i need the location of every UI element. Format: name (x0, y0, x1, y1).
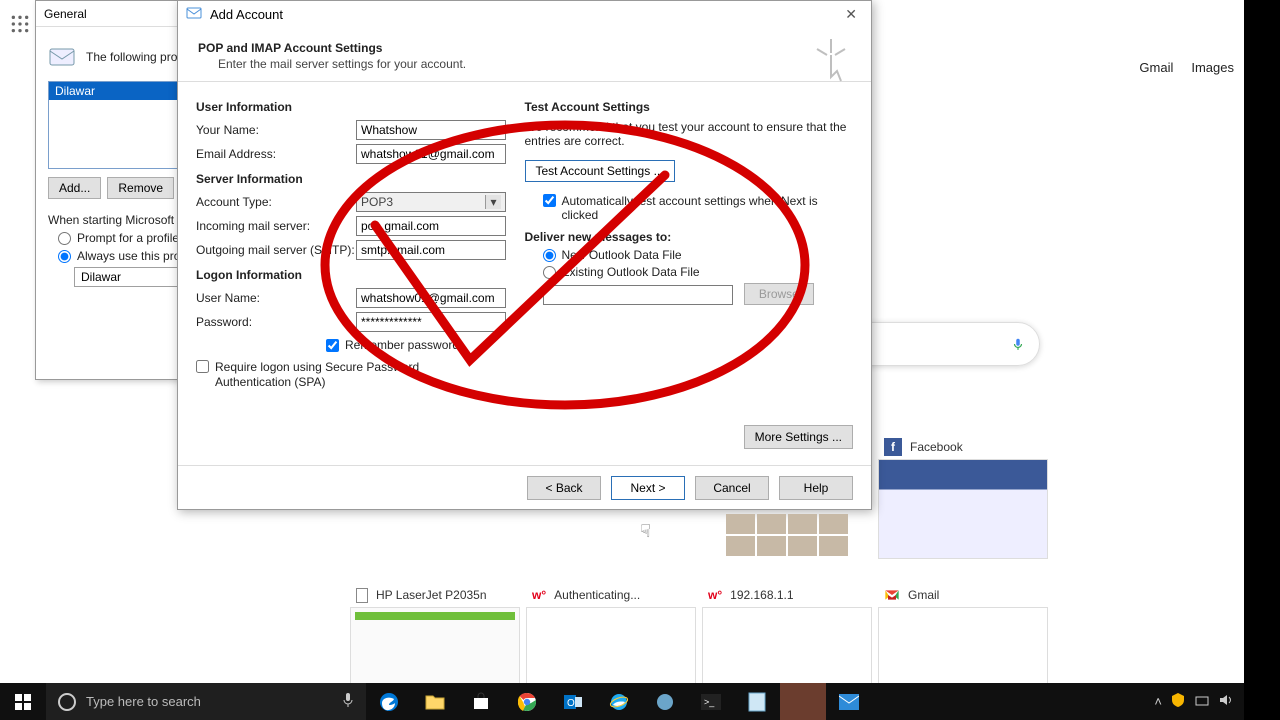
tile-label: 192.168.1.1 (730, 588, 793, 602)
tray-volume-icon[interactable] (1218, 693, 1234, 710)
dialog-title: Add Account (210, 7, 283, 22)
outlook-icon[interactable]: O (550, 683, 596, 720)
password-input[interactable] (356, 312, 506, 332)
user-info-heading: User Information (196, 100, 525, 114)
store-icon[interactable] (458, 683, 504, 720)
mouse-cursor-icon: ☟ (640, 521, 658, 543)
username-label: User Name: (196, 291, 356, 305)
mail-icon (48, 41, 80, 73)
mail-control-icon[interactable] (826, 683, 872, 720)
document-icon (356, 588, 368, 603)
logon-info-heading: Logon Information (196, 268, 525, 282)
existing-data-file-radio[interactable]: Existing Outlook Data File (543, 265, 854, 279)
incoming-server-label: Incoming mail server: (196, 219, 356, 233)
tile-label: HP LaserJet P2035n (376, 588, 487, 602)
images-link[interactable]: Images (1191, 60, 1234, 75)
browse-button: Browse (744, 283, 814, 305)
wizard-cursor-icon (811, 37, 851, 82)
new-data-file-radio[interactable]: New Outlook Data File (543, 248, 854, 262)
existing-file-path-input[interactable] (543, 285, 733, 305)
back-button[interactable]: < Back (527, 476, 601, 500)
next-button[interactable]: Next > (611, 476, 685, 500)
tile-facebook[interactable]: f Facebook (878, 435, 1048, 559)
your-name-label: Your Name: (196, 123, 356, 137)
gmail-link[interactable]: Gmail (1139, 60, 1173, 75)
remember-password-checkbox[interactable]: Remember password (326, 338, 525, 352)
dialog-title: General (44, 7, 87, 21)
remove-profile-button[interactable]: Remove (107, 177, 174, 199)
file-explorer-icon[interactable] (412, 683, 458, 720)
app2-icon[interactable] (780, 683, 826, 720)
incoming-server-input[interactable] (356, 216, 506, 236)
your-name-input[interactable] (356, 120, 506, 140)
system-tray[interactable]: ˄ (1144, 692, 1244, 711)
deliver-heading: Deliver new messages to: (525, 230, 854, 244)
dialog-titlebar[interactable]: Add Account ✕ (178, 1, 871, 27)
microphone-icon[interactable] (342, 692, 354, 711)
tile-label: Gmail (908, 588, 939, 602)
tile-label: Facebook (910, 440, 963, 454)
microphone-icon[interactable] (1011, 334, 1025, 354)
test-account-settings-button[interactable]: Test Account Settings ... (525, 160, 675, 182)
settings-subtitle: Enter the mail server settings for your … (218, 57, 851, 71)
username-input[interactable] (356, 288, 506, 308)
edge-icon[interactable] (366, 683, 412, 720)
email-label: Email Address: (196, 147, 356, 161)
dialog-subheader: POP and IMAP Account Settings Enter the … (178, 27, 871, 82)
w-icon: w° (532, 588, 546, 602)
add-account-dialog: Add Account ✕ POP and IMAP Account Setti… (177, 0, 872, 510)
taskbar-search[interactable]: Type here to search (46, 683, 366, 720)
svg-text:>_: >_ (704, 697, 715, 707)
dialog-button-row: < Back Next > Cancel Help (178, 465, 871, 509)
tile-thumbnail (878, 459, 1048, 559)
app-icon[interactable] (642, 683, 688, 720)
mail-account-icon (186, 5, 202, 24)
more-settings-button[interactable]: More Settings ... (744, 425, 853, 449)
svg-text:O: O (567, 698, 575, 709)
apps-grid-icon[interactable] (10, 14, 30, 34)
notepad-icon[interactable] (734, 683, 780, 720)
test-settings-text: We recommend that you test your account … (525, 120, 854, 148)
start-button[interactable] (0, 683, 46, 720)
facebook-icon: f (884, 438, 902, 456)
settings-heading: POP and IMAP Account Settings (198, 41, 851, 55)
account-type-label: Account Type: (196, 195, 356, 209)
cancel-button[interactable]: Cancel (695, 476, 769, 500)
search-placeholder: Type here to search (86, 694, 201, 709)
ie-icon[interactable] (596, 683, 642, 720)
chrome-icon[interactable] (504, 683, 550, 720)
close-icon[interactable]: ✕ (839, 6, 863, 23)
chevron-down-icon: ▾ (485, 195, 501, 209)
add-profile-button[interactable]: Add... (48, 177, 101, 199)
tile-label: Authenticating... (554, 588, 640, 602)
server-info-heading: Server Information (196, 172, 525, 186)
terminal-icon[interactable]: >_ (688, 683, 734, 720)
tray-security-icon[interactable] (1170, 692, 1186, 711)
outgoing-server-label: Outgoing mail server (SMTP): (196, 243, 356, 257)
email-input[interactable] (356, 144, 506, 164)
account-type-select[interactable]: POP3▾ (356, 192, 506, 212)
tray-network-icon[interactable] (1194, 693, 1210, 710)
windows-taskbar: Type here to search O >_ ˄ (0, 683, 1244, 720)
test-settings-heading: Test Account Settings (525, 100, 854, 114)
outgoing-server-input[interactable] (356, 240, 506, 260)
auto-test-checkbox[interactable]: Automatically test account settings when… (543, 194, 854, 222)
tray-chevron-up-icon[interactable]: ˄ (1154, 694, 1162, 709)
gmail-icon (884, 589, 900, 601)
password-label: Password: (196, 315, 356, 329)
cortana-icon (58, 693, 76, 711)
taskbar-pinned-apps: O >_ (366, 683, 872, 720)
help-button[interactable]: Help (779, 476, 853, 500)
spa-checkbox[interactable]: Require logon using Secure Password Auth… (196, 360, 525, 390)
w-icon: w° (708, 588, 722, 602)
